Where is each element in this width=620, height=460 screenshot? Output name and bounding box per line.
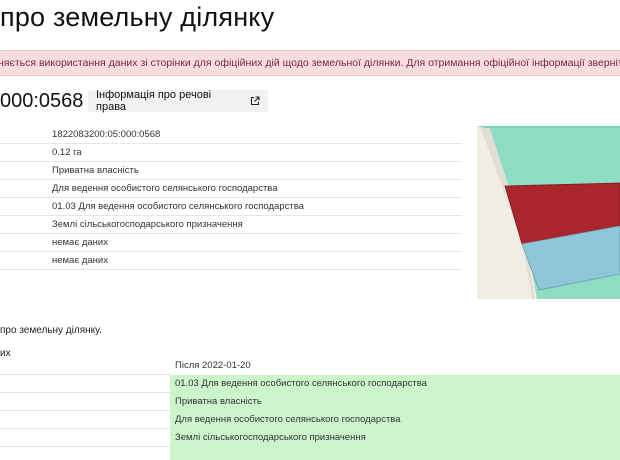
after-date-label: Після 2022-01-20 [170,357,620,375]
info-row-purpose: Для ведення особистого селянського госпо… [0,180,462,198]
changes-table: Після 2022-01-20 01.03 Для ведення особи… [0,357,620,447]
info-row-land-category: Землі сільськогосподарського призначення [0,216,462,234]
info-value: Землі сільськогосподарського призначення [52,219,243,230]
table-row: Приватна власність [0,393,620,411]
info-value: немає даних [52,237,108,248]
changed-value: Для ведення особистого селянського госпо… [170,411,620,429]
map-border-strip [477,126,620,128]
info-value: Для ведення особистого селянського госпо… [52,183,278,194]
info-value: Приватна власність [52,165,139,176]
warning-text: няється використання даних зі сторінки д… [0,57,620,69]
info-row-cadastral-number: 1822083200:05:000:0568 [0,126,462,144]
info-row-no-data-2: немає даних [0,252,462,270]
table-row: Для ведення особистого селянського госпо… [0,411,620,429]
external-link-icon [250,96,260,106]
changed-value: 01.03 Для ведення особистого селянського… [170,375,620,393]
changes-highlight-tail [170,447,620,460]
info-row-area: 0.12 га [0,144,462,162]
table-row: Землі сільськогосподарського призначення [0,429,620,447]
info-value: 1822083200:05:000:0568 [52,129,161,140]
info-value: немає даних [52,255,108,266]
info-row-no-data-1: немає даних [0,234,462,252]
parcel-map[interactable] [477,126,620,299]
info-row-ownership: Приватна власність [0,162,462,180]
property-rights-button-label: Інформація про речові права [96,89,212,113]
changes-header-row: Після 2022-01-20 [0,357,620,375]
info-row-purpose-code: 01.03 Для ведення особистого селянського… [0,198,462,216]
info-value: 01.03 Для ведення особистого селянського… [52,201,304,212]
table-row: 01.03 Для ведення особистого селянського… [0,375,620,393]
changed-value: Приватна власність [170,393,620,411]
cadastral-number: 000:0568 [0,90,84,112]
page-title: про земельну ділянку [0,2,275,32]
warning-banner: няється використання даних зі сторінки д… [0,50,620,76]
changes-note: про земельну ділянку. [0,325,102,336]
parcel-map-canvas [477,126,620,299]
property-rights-button[interactable]: Інформація про речові права [88,89,268,113]
parcel-info-table: 1822083200:05:000:0568 0.12 га Приватна … [0,126,462,270]
info-value: 0.12 га [52,147,82,158]
changed-value: Землі сільськогосподарського призначення [170,429,620,447]
